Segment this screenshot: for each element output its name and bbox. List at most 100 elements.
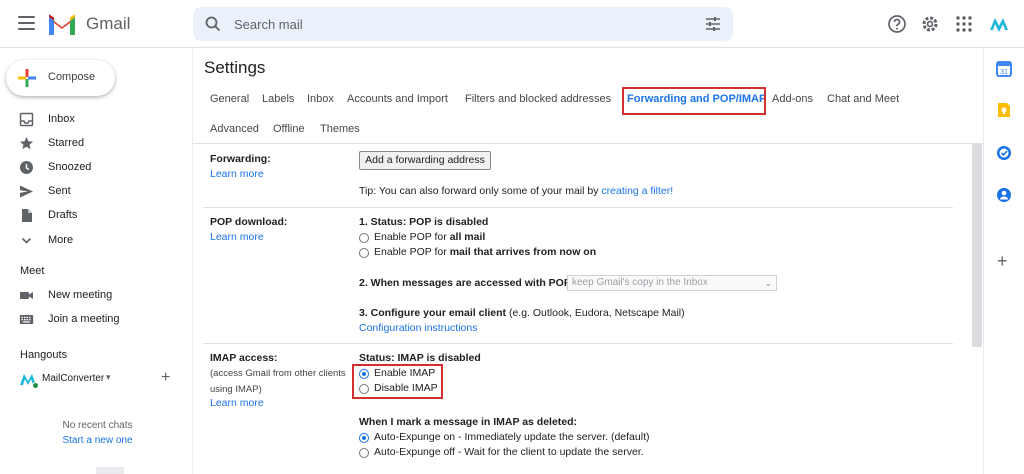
forwarding-tip-text: Tip: You can also forward only some of y… <box>359 185 602 197</box>
keep-icon[interactable] <box>996 102 1012 118</box>
tab-accounts-import[interactable]: Accounts and Import <box>347 93 448 105</box>
search-icon[interactable] <box>205 16 221 32</box>
tab-labels[interactable]: Labels <box>262 93 294 105</box>
sidebar-item-label: Sent <box>48 185 71 197</box>
sidebar-item-inbox[interactable]: Inbox <box>0 109 190 131</box>
contacts-icon[interactable] <box>996 187 1012 203</box>
imap-options-highlight <box>352 364 443 399</box>
main-divider <box>192 48 193 474</box>
radio-label: Auto-Expunge off - Wait for the client t… <box>374 446 644 458</box>
sidebar-item-sent[interactable]: Sent <box>0 181 190 203</box>
imap-learn-more-link[interactable]: Learn more <box>210 397 264 409</box>
configure-client-bold: 3. Configure your email client <box>359 307 507 319</box>
radio-button[interactable] <box>359 233 369 243</box>
sidebar-item-new-meeting[interactable]: New meeting <box>0 285 190 307</box>
sidebar-item-join-meeting[interactable]: Join a meeting <box>0 309 190 331</box>
compose-label: Compose <box>48 71 96 83</box>
tab-chat-meet[interactable]: Chat and Meet <box>827 93 899 105</box>
side-panel-divider <box>983 48 984 474</box>
gmail-logo[interactable] <box>47 13 77 35</box>
compose-button[interactable]: Compose <box>6 60 115 96</box>
settings-icon[interactable] <box>920 14 940 34</box>
sidebar-item-more[interactable]: More <box>0 230 190 252</box>
start-chat-link[interactable]: Start a new one <box>0 435 195 446</box>
add-addon-button[interactable]: + <box>997 252 1008 270</box>
tasks-icon[interactable] <box>996 145 1012 161</box>
calendar-icon[interactable]: 31 <box>996 61 1012 77</box>
keyboard-icon <box>19 315 34 324</box>
radio-button-selected[interactable] <box>359 433 369 443</box>
sidebar-item-label: Snoozed <box>48 161 92 173</box>
radio-button[interactable] <box>359 448 369 458</box>
configuration-instructions-link[interactable]: Configuration instructions <box>359 322 477 334</box>
create-filter-link[interactable]: creating a filter! <box>601 185 673 197</box>
meet-section-title: Meet <box>20 265 45 277</box>
radio-label-text: Enable POP for <box>374 231 450 243</box>
radio-label: Enable POP for all mail <box>374 231 485 243</box>
chevron-down-icon <box>21 237 32 244</box>
search-bar[interactable]: Search mail <box>193 7 733 41</box>
tabs-divider <box>193 143 983 144</box>
imap-status: Status: IMAP is disabled <box>359 352 481 364</box>
gmail-wordmark[interactable]: Gmail <box>86 14 130 34</box>
search-input[interactable]: Search mail <box>234 17 303 32</box>
caret-down-icon[interactable]: ▾ <box>106 372 111 383</box>
tab-filters[interactable]: Filters and blocked addresses <box>465 93 611 105</box>
add-forwarding-address-button[interactable]: Add a forwarding address <box>359 151 491 170</box>
active-tab-highlight <box>622 87 766 115</box>
plus-icon <box>18 69 36 87</box>
page-title: Settings <box>204 58 266 77</box>
configure-client-text: 3. Configure your email client (e.g. Out… <box>359 307 685 319</box>
forwarding-label: Forwarding: <box>210 153 271 165</box>
apps-icon[interactable] <box>954 14 974 34</box>
draft-icon <box>22 209 32 222</box>
videocam-icon <box>20 292 33 299</box>
imap-access-subtitle: (access Gmail from other clients using I… <box>210 368 346 395</box>
pop-learn-more-link[interactable]: Learn more <box>210 231 264 243</box>
pop-access-label: 2. When messages are accessed with POP <box>359 277 571 289</box>
clock-icon <box>20 161 33 174</box>
hangouts-user-name: MailConverter <box>42 373 105 384</box>
sidebar-item-label: Inbox <box>48 113 75 125</box>
forwarding-learn-more-link[interactable]: Learn more <box>210 168 264 180</box>
bottom-tab[interactable] <box>96 467 124 474</box>
radio-label-bold: mail that arrives from now on <box>449 246 597 258</box>
radio-button[interactable] <box>359 248 369 258</box>
tab-advanced[interactable]: Advanced <box>210 123 259 135</box>
forwarding-tip: Tip: You can also forward only some of y… <box>359 185 673 197</box>
add-chat-button[interactable]: + <box>161 370 170 386</box>
tune-icon[interactable] <box>705 16 721 32</box>
row-divider <box>203 207 953 208</box>
svg-text:31: 31 <box>1000 69 1008 76</box>
pop-action-select[interactable]: keep Gmail's copy in the Inbox ⌄ <box>567 275 777 291</box>
online-status-icon <box>32 382 39 389</box>
pop-download-label: POP download: <box>210 216 288 228</box>
no-chats-text: No recent chats <box>62 420 133 431</box>
sidebar-item-label: Join a meeting <box>48 313 120 325</box>
help-icon[interactable] <box>887 14 907 34</box>
radio-label: Auto-Expunge on - Immediately update the… <box>374 431 650 443</box>
account-brand-icon[interactable] <box>990 16 1008 32</box>
chevron-down-icon: ⌄ <box>764 278 772 288</box>
tab-general[interactable]: General <box>210 93 249 105</box>
imap-deleted-title: When I mark a message in IMAP as deleted… <box>359 416 578 428</box>
sidebar-item-drafts[interactable]: Drafts <box>0 205 190 227</box>
tab-inbox[interactable]: Inbox <box>307 93 334 105</box>
sidebar-item-label: Drafts <box>48 209 78 221</box>
star-icon <box>20 137 33 150</box>
menu-icon[interactable] <box>18 16 35 30</box>
sidebar-item-starred[interactable]: Starred <box>0 133 190 155</box>
sidebar-item-label: Starred <box>48 137 85 149</box>
inbox-icon <box>19 112 34 127</box>
radio-label: Enable POP for mail that arrives from no… <box>374 246 596 258</box>
sidebar-item-snoozed[interactable]: Snoozed <box>0 157 190 179</box>
configure-client-rest: (e.g. Outlook, Eudora, Netscape Mail) <box>506 307 685 319</box>
select-value: keep Gmail's copy in the Inbox <box>572 277 708 288</box>
settings-scrollbar[interactable] <box>972 144 982 347</box>
radio-label-bold: all mail <box>449 231 486 243</box>
send-icon <box>20 185 33 198</box>
row-divider <box>203 343 953 344</box>
tab-themes[interactable]: Themes <box>320 123 360 135</box>
tab-add-ons[interactable]: Add-ons <box>772 93 813 105</box>
tab-offline[interactable]: Offline <box>273 123 305 135</box>
